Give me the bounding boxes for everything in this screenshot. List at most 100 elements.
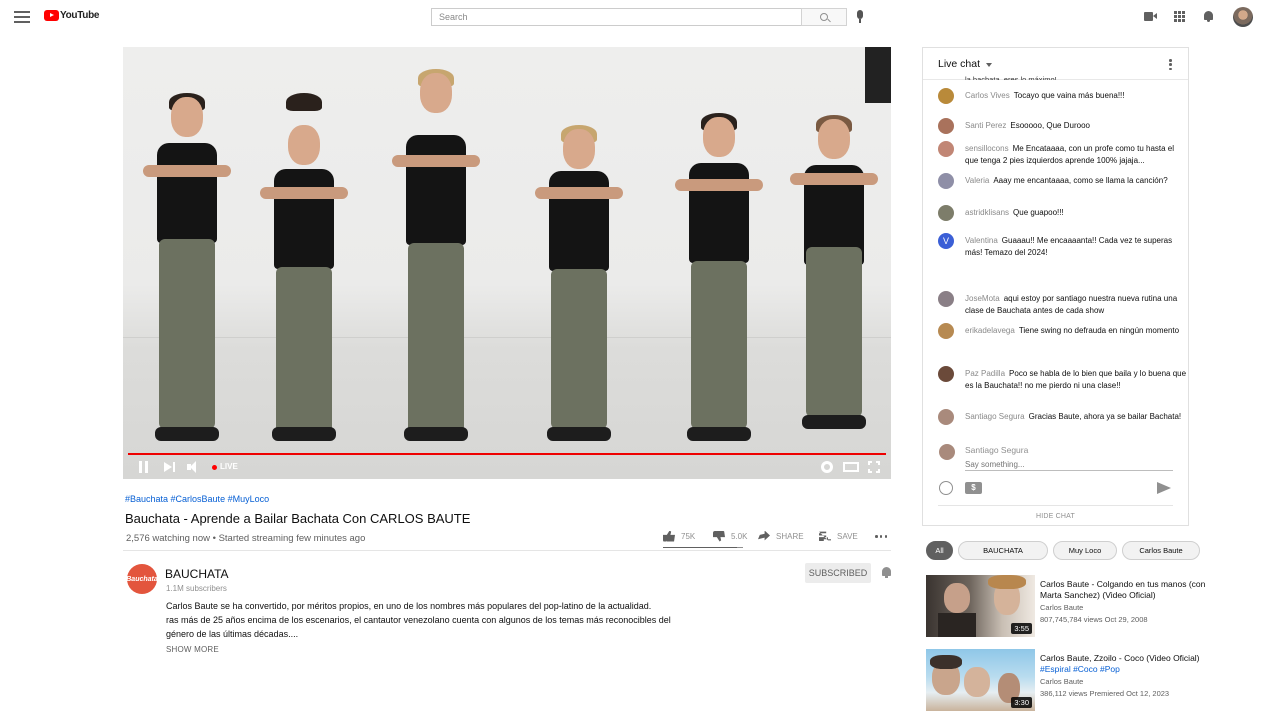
dancer: [248, 47, 358, 479]
sentiment-bar-fill: [663, 547, 737, 548]
recommended-title[interactable]: Carlos Baute, Zzoilo - Coco (Video Ofici…: [1040, 653, 1210, 675]
chat-text: Esooooo, Que Durooo: [1010, 121, 1090, 130]
recommended-video[interactable]: 3:55 Carlos Baute - Colgando en tus mano…: [926, 575, 1216, 638]
channel-avatar[interactable]: Bauchata: [126, 564, 158, 594]
progress-bar[interactable]: [128, 453, 886, 455]
chat-avatar: [938, 323, 954, 339]
like-count: 75K: [681, 531, 696, 541]
my-name: Santiago Segura: [965, 445, 1029, 455]
search-input[interactable]: Search: [431, 8, 802, 26]
recommended-title[interactable]: Carlos Baute - Colgando en tus manos (co…: [1040, 579, 1210, 601]
theater-icon[interactable]: [843, 462, 859, 472]
dislike-button[interactable]: 5.0K: [713, 529, 747, 543]
thumb-up-icon: [663, 530, 675, 542]
divider: [123, 550, 891, 551]
recommended-tags[interactable]: #Espiral #Coco #Pop: [1040, 664, 1120, 674]
chat-author[interactable]: Valeria: [965, 176, 989, 185]
search-icon: [820, 13, 828, 21]
notification-bell-icon[interactable]: [880, 566, 893, 580]
chat-avatar: [938, 88, 954, 104]
chat-author[interactable]: Santi Perez: [965, 121, 1006, 130]
chip-carlos-baute[interactable]: Carlos Baute: [1122, 541, 1200, 560]
apps-icon[interactable]: [1174, 11, 1185, 22]
chat-avatar: [938, 173, 954, 189]
super-chat-icon[interactable]: $: [965, 482, 982, 494]
show-more-button[interactable]: SHOW MORE: [166, 645, 219, 654]
account-avatar[interactable]: [1233, 7, 1253, 27]
my-avatar: [939, 444, 955, 460]
duration-badge: 3:55: [1011, 623, 1032, 634]
dancer: [663, 47, 773, 479]
youtube-logo[interactable]: YouTube: [44, 10, 100, 21]
chat-author[interactable]: JoseMota: [965, 294, 1000, 303]
chat-author[interactable]: Valentina: [965, 236, 998, 245]
chat-avatar: [938, 141, 954, 157]
chat-author[interactable]: sensillocons: [965, 144, 1009, 153]
recommended-title-text[interactable]: Carlos Baute, Zzoilo - Coco (Video Ofici…: [1040, 653, 1200, 663]
more-icon[interactable]: [875, 535, 887, 538]
chat-text: Tiene swing no defrauda en ningún moment…: [1018, 326, 1180, 335]
chat-message-cut: la bachata, eres lo máximo!: [965, 75, 1057, 80]
chevron-down-icon[interactable]: [986, 63, 992, 67]
subscriber-count: 1.1M subscribers: [166, 584, 227, 593]
like-button[interactable]: 75K: [663, 529, 695, 543]
dancer: [523, 47, 633, 479]
recommended-video[interactable]: 3:30 Carlos Baute, Zzoilo - Coco (Video …: [926, 649, 1216, 712]
menu-icon[interactable]: [14, 11, 30, 23]
chat-text: Que guapoo!!!: [1013, 208, 1064, 217]
search-button[interactable]: [801, 8, 847, 26]
bell-icon[interactable]: [1203, 10, 1214, 23]
chat-author[interactable]: astridklisans: [965, 208, 1009, 217]
hide-chat-button[interactable]: HIDE CHAT: [923, 513, 1188, 520]
channel-name[interactable]: BAUCHATA: [165, 567, 229, 581]
chat-text: Tocayo que vaina más buena!!!: [1013, 91, 1125, 100]
chat-text: Gracias Baute, ahora ya se bailar Bachat…: [1028, 412, 1182, 421]
next-icon[interactable]: [164, 461, 176, 473]
recommended-channel[interactable]: Carlos Baute: [1040, 677, 1083, 686]
chip-all[interactable]: All: [926, 541, 953, 560]
chip-bauchata[interactable]: BAUCHATA: [958, 541, 1048, 560]
chat-avatar: [938, 366, 954, 382]
share-icon: [758, 530, 770, 541]
description-line: Carlos Baute se ha convertido, por mérit…: [166, 601, 652, 611]
thumb-down-icon: [713, 530, 725, 542]
video-thumbnail[interactable]: 3:55: [926, 575, 1035, 637]
video-thumbnail[interactable]: 3:30: [926, 649, 1035, 711]
pause-icon[interactable]: [139, 461, 149, 473]
dancer: [131, 47, 241, 479]
settings-icon[interactable]: [821, 461, 833, 473]
recommended-meta: 386,112 views Premiered Oct 12, 2023: [1040, 689, 1170, 698]
chat-text: Aaay me encantaaaa, como se llama la can…: [993, 176, 1168, 185]
live-indicator-dot: [212, 465, 217, 470]
chat-author[interactable]: erikadelavega: [965, 326, 1015, 335]
live-label[interactable]: LIVE: [220, 462, 238, 471]
chat-author[interactable]: Carlos Vives: [965, 91, 1010, 100]
save-label: SAVE: [837, 531, 858, 541]
share-button[interactable]: SHARE: [758, 529, 804, 543]
dancer: [380, 47, 490, 479]
chip-muy-loco[interactable]: Muy Loco: [1053, 541, 1117, 560]
chat-title[interactable]: Live chat: [938, 58, 980, 70]
video-title: Bauchata - Aprende a Bailar Bachata Con …: [125, 511, 471, 526]
description-line: género de las últimas décadas....: [166, 629, 299, 639]
volume-icon[interactable]: [187, 461, 199, 473]
create-video-icon[interactable]: [1144, 12, 1157, 21]
mic-icon[interactable]: [856, 10, 863, 23]
chat-input-area: Santiago Segura $ HIDE CHAT: [923, 436, 1188, 526]
chat-avatar: [938, 205, 954, 221]
video-hashtags[interactable]: #Bauchata #CarlosBaute #MuyLoco: [125, 494, 269, 504]
video-player[interactable]: LIVE: [123, 47, 891, 479]
recommended-channel[interactable]: Carlos Baute: [1040, 603, 1083, 612]
chat-more-icon[interactable]: [1169, 59, 1172, 70]
subscribed-button[interactable]: SUBSCRIBED: [805, 563, 871, 583]
fullscreen-icon[interactable]: [868, 461, 880, 473]
top-header: YouTube Search: [0, 0, 1280, 34]
send-icon[interactable]: [1157, 482, 1171, 494]
emoji-icon[interactable]: [939, 481, 953, 495]
description-line: ras más de 25 años encima de los escenar…: [166, 615, 671, 625]
chat-author[interactable]: Paz Padilla: [965, 369, 1005, 378]
chat-author[interactable]: Santiago Segura: [965, 412, 1025, 421]
save-button[interactable]: SAVE: [819, 529, 858, 543]
live-chat-panel: Live chat la bachata, eres lo máximo! Ca…: [922, 47, 1189, 526]
chat-message-input[interactable]: [965, 458, 1173, 471]
